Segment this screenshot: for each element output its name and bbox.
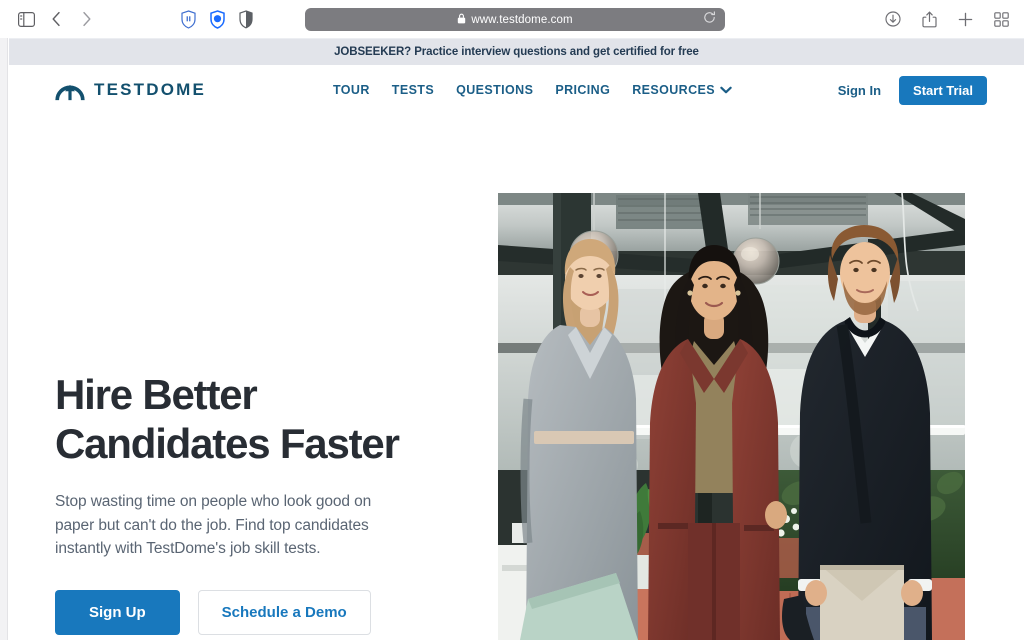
sidebar-toggle-icon[interactable] <box>12 5 40 33</box>
site-header: TESTDOME TOUR TESTS QUESTIONS PRICING RE… <box>9 65 1024 115</box>
header-actions: Sign In Start Trial <box>838 75 987 105</box>
site-logo[interactable]: TESTDOME <box>55 77 206 103</box>
address-bar[interactable]: www.testdome.com <box>305 8 725 31</box>
browser-sidebar-strip <box>0 38 8 640</box>
nav-item-resources-label: RESOURCES <box>632 83 715 97</box>
hero-subtitle: Stop wasting time on people who look goo… <box>55 493 372 557</box>
address-bar-content: www.testdome.com <box>457 11 573 29</box>
promo-banner[interactable]: JOBSEEKER? Practice interview questions … <box>9 38 1024 65</box>
hero-section: Hire Better Candidates Faster Stop wasti… <box>9 115 1024 640</box>
schedule-demo-button[interactable]: Schedule a Demo <box>197 590 371 635</box>
browser-extensions <box>178 8 256 30</box>
start-trial-button[interactable]: Start Trial <box>899 75 987 105</box>
shield-pause-icon[interactable] <box>178 8 198 30</box>
sign-in-link[interactable]: Sign In <box>838 83 881 98</box>
nav-item-questions-label: QUESTIONS <box>456 83 534 97</box>
nav-item-questions[interactable]: QUESTIONS <box>456 83 533 97</box>
promo-banner-text[interactable]: JOBSEEKER? Practice interview questions … <box>334 46 699 58</box>
nav-item-tour-label: TOUR <box>333 83 370 97</box>
nav-item-resources[interactable]: RESOURCES <box>632 83 732 97</box>
page-title: Hire Better Candidates Faster <box>55 371 400 468</box>
web-page: JOBSEEKER? Practice interview questions … <box>9 38 1024 640</box>
hero-copy: Hire Better Candidates Faster Stop wasti… <box>55 370 475 635</box>
reload-icon[interactable] <box>703 10 716 29</box>
tab-overview-icon[interactable] <box>990 5 1012 33</box>
url-text: www.testdome.com <box>471 13 573 26</box>
shield-filled-icon[interactable] <box>207 8 227 30</box>
downloads-icon[interactable] <box>882 5 904 33</box>
nav-item-pricing-label: PRICING <box>555 83 611 97</box>
back-button[interactable] <box>42 5 70 33</box>
nav-item-tests[interactable]: TESTS <box>392 83 434 97</box>
browser-toolbar: www.testdome.com <box>0 0 1024 38</box>
hero-image <box>498 193 965 640</box>
lock-icon <box>457 11 466 29</box>
hero-photo-illustration <box>498 193 965 640</box>
testdome-dome-arrow-icon <box>55 77 85 103</box>
shield-half-icon[interactable] <box>236 8 256 30</box>
browser-toolbar-right <box>882 5 1012 33</box>
nav-item-pricing[interactable]: PRICING <box>555 83 610 97</box>
share-icon[interactable] <box>918 5 940 33</box>
nav-item-tests-label: TESTS <box>391 83 435 97</box>
sign-up-button[interactable]: Sign Up <box>55 590 180 635</box>
nav-item-tour[interactable]: TOUR <box>333 83 370 97</box>
site-logo-text: TESTDOME <box>94 80 207 99</box>
hero-cta-group: Sign Up Schedule a Demo <box>55 590 475 635</box>
main-navigation: TOUR TESTS QUESTIONS PRICING RESOURCES <box>333 83 732 97</box>
chevron-down-icon <box>720 83 732 97</box>
browser-nav-controls <box>0 5 256 33</box>
new-tab-icon[interactable] <box>954 5 976 33</box>
forward-button[interactable] <box>72 5 100 33</box>
